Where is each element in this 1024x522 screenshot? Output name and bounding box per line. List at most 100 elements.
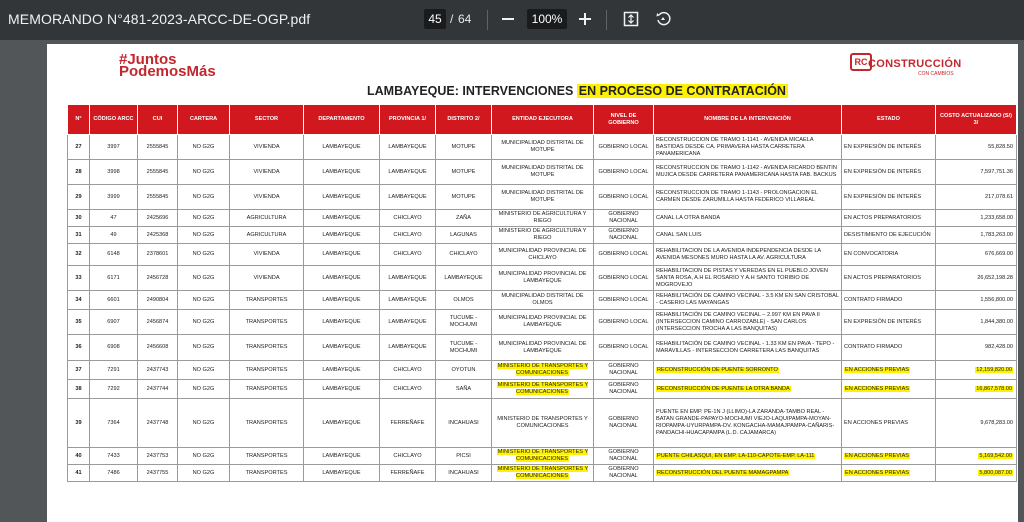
cell-cui: 2555845 <box>137 184 178 210</box>
pdf-toolbar: MEMORANDO N°481-2023-ARCC-DE-OGP.pdf 45 … <box>0 0 1024 40</box>
cell-text: CHICLAYO <box>393 452 422 459</box>
cell-text: 2437748 <box>146 419 169 426</box>
cell-text: 6171 <box>107 274 120 281</box>
cell-prov: LAMBAYEQUE <box>379 309 436 335</box>
cell-costo: 55,828.50 <box>935 134 1017 160</box>
cell-nombre: REHABILITACIÓN DE CAMINO VECINAL - 3.5 K… <box>653 290 842 310</box>
cell-costo: 9,678,283.00 <box>935 398 1017 448</box>
cell-text: 2437744 <box>146 385 169 392</box>
cell-text: GOBIERNO NACIONAL <box>608 363 639 376</box>
cell-text: 676,669.00 <box>985 251 1013 257</box>
cell-dep: LAMBAYEQUE <box>303 134 380 160</box>
cell-text: EN ACTOS PREPARATORIOS <box>844 274 921 281</box>
cell-nombre: RECONSTRUCCIÓN DE PUENTE LA OTRA BANDA <box>653 379 842 399</box>
cell-costo: 1,556,800.00 <box>935 290 1017 310</box>
cell-sector: AGRICULTURA <box>229 226 304 244</box>
cell-text: 217,078.61 <box>985 193 1013 200</box>
cell-nombre: REHABILITACION DE PISTAS Y VEREDAS EN EL… <box>653 265 842 291</box>
table-row: 28 3998 2555845 NO G2G VIVIENDA LAMBAYEQUE LAM… <box>67 159 1017 185</box>
cell-text: GOBIERNO NACIONAL <box>608 416 639 429</box>
cell-text: NO G2G <box>192 366 215 373</box>
cell-text: LAMBAYEQUE <box>322 385 361 392</box>
cell-code: 3999 <box>89 184 138 210</box>
cell-text: 7364 <box>107 419 120 426</box>
cell-cartera: NO G2G <box>177 447 230 465</box>
cell-text: 7291 <box>107 366 120 373</box>
zoom-out-button[interactable] <box>497 8 519 30</box>
cell-text: CHICLAYO <box>393 231 422 238</box>
cell-cui: 2456608 <box>137 334 178 361</box>
cell-cui: 2378601 <box>137 243 178 266</box>
cell-text: 34 <box>75 296 82 303</box>
cell-nombre: CANAL SAN LUIS <box>653 226 842 244</box>
cell-text: GOBIERNO NACIONAL <box>608 211 639 224</box>
cell-text: TRANSPORTES <box>245 318 288 325</box>
cell-text: TRANSPORTES <box>245 385 288 392</box>
heading-part-1: LAMBAYEQUE: INTERVENCIONES <box>367 84 577 98</box>
rotate-button[interactable] <box>652 8 674 30</box>
cell-costo: 1,783,263.00 <box>935 226 1017 244</box>
cell-estado: CONTRATO FIRMADO <box>841 334 936 361</box>
cell-text: CHICLAYO <box>393 214 422 221</box>
pdf-viewer[interactable]: #Juntos PodemosMás RC CONSTRUCCIÓN CON C… <box>0 40 1024 522</box>
cell-estado: EN ACCIONES PREVIAS <box>841 398 936 448</box>
page-heading: LAMBAYEQUE: INTERVENCIONES EN PROCESO DE… <box>367 84 788 98</box>
cell-code: 7486 <box>89 464 138 482</box>
cell-cui: 2437743 <box>137 360 178 380</box>
cell-text: LAMBAYEQUE <box>388 318 427 325</box>
interventions-table: N° CÓDIGO ARCC CUI CARTERA SECTOR DEPARTAMENT… <box>67 104 1017 482</box>
cell-dist: INCAHUASI <box>435 398 492 448</box>
cell-n: 37 <box>67 360 90 380</box>
cell-dep: LAMBAYEQUE <box>303 309 380 335</box>
cell-text: LAMBAYEQUE <box>322 318 361 325</box>
cell-nivel: GOBIERNO LOCAL <box>593 309 654 335</box>
cell-estado: EN EXPRESIÓN DE INTERÉS <box>841 309 936 335</box>
cell-dist: CHICLAYO <box>435 243 492 266</box>
cell-code: 6908 <box>89 334 138 361</box>
cell-ent: MUNICIPALIDAD DISTRITAL DE OLMOS <box>491 290 594 310</box>
cell-text: LAMBAYEQUE <box>388 296 427 303</box>
zoom-level-input[interactable]: 100% <box>527 9 567 29</box>
fit-to-page-button[interactable] <box>620 8 642 30</box>
cell-text: EN ACCIONES PREVIAS <box>844 469 911 476</box>
cell-dist: TUCUME - MOCHUMI <box>435 309 492 335</box>
cell-ent: MUNICIPALIDAD DISTRITAL DE MOTUPE <box>491 184 594 210</box>
cell-dist: SAÑA <box>435 379 492 399</box>
cell-ent: MUNICIPALIDAD DISTRITAL DE MOTUPE <box>491 159 594 185</box>
cell-text: MUNICIPALIDAD DISTRITAL DE MOTUPE <box>501 140 584 153</box>
cell-text: 982,428.00 <box>985 344 1013 350</box>
current-page-input[interactable]: 45 <box>424 9 446 29</box>
cell-text: EN ACCIONES PREVIAS <box>844 385 911 392</box>
cell-text: TRANSPORTES <box>245 296 288 303</box>
cell-n: 31 <box>67 226 90 244</box>
cell-text: 6148 <box>107 251 120 257</box>
cell-sector: TRANSPORTES <box>229 309 304 335</box>
cell-text: GOBIERNO LOCAL <box>598 251 649 257</box>
cell-ent: MUNICIPALIDAD PROVINCIAL DE LAMBAYEQUE <box>491 309 594 335</box>
cell-costo: 5,800,087.00 <box>935 464 1017 482</box>
cell-text: 2425696 <box>146 214 169 221</box>
cell-text: 3998 <box>107 168 120 175</box>
cell-text: MINISTERIO DE TRANSPORTES Y COMUNICACION… <box>496 449 589 462</box>
zoom-in-button[interactable] <box>574 8 596 30</box>
cell-nombre: REHABILITACIÓN DE CAMINO VECINAL – 2.997… <box>653 309 842 335</box>
cell-text: CONTRATO FIRMADO <box>844 296 903 303</box>
cell-text: NO G2G <box>192 419 215 426</box>
cell-cui: 2490804 <box>137 290 178 310</box>
cell-text: LAMBAYEQUE <box>322 296 361 303</box>
cell-nombre: RECONSTRUCCION DE TRAMO 1-1142 - AVENIDA… <box>653 159 842 185</box>
cell-nivel: GOBIERNO LOCAL <box>593 184 654 210</box>
cell-text: 6907 <box>107 318 120 325</box>
cell-ent: MINISTERIO DE TRANSPORTES Y COMUNICACION… <box>491 379 594 399</box>
cell-prov: CHICLAYO <box>379 243 436 266</box>
cell-ent: MINISTERIO DE TRANSPORTES Y COMUNICACION… <box>491 398 594 448</box>
cell-text: TRANSPORTES <box>245 366 288 373</box>
cell-text: 32 <box>75 251 82 257</box>
cell-code: 47 <box>89 209 138 227</box>
cell-nombre: PUENTE EN EMP. PE-1N J (LLIMO)-LA ZARAND… <box>653 398 842 448</box>
table-row: 29 3999 2555845 NO G2G VIVIENDA LAMBAYEQUE LAM… <box>67 184 1017 210</box>
cell-text: LAMBAYEQUE <box>322 274 361 281</box>
logo-text: CONSTRUCCIÓN <box>868 58 962 70</box>
cell-estado: EN ACTOS PREPARATORIOS <box>841 265 936 291</box>
cell-nivel: GOBIERNO NACIONAL <box>593 464 654 482</box>
